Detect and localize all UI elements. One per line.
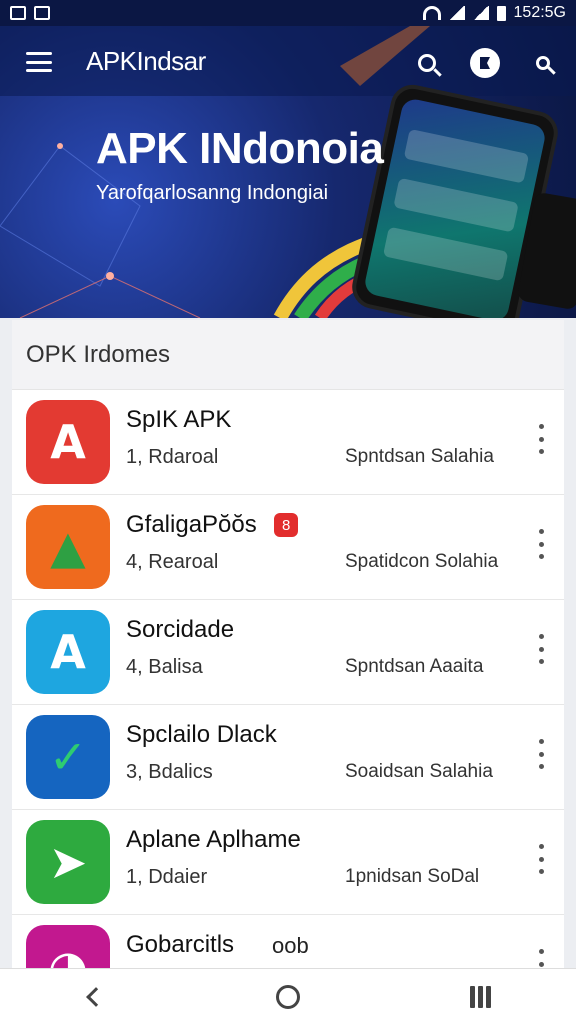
app-icon-blue: A	[26, 610, 110, 694]
list-item[interactable]: ✓ Spclailo Dlack 3, Bdalics Soaidsan Sal…	[12, 705, 564, 810]
more-options-icon[interactable]	[536, 424, 546, 454]
battery-icon	[496, 5, 506, 21]
search-button[interactable]	[410, 46, 444, 80]
app-meta: 4, Balisa	[126, 656, 203, 678]
section-title: OPK Irdomes	[12, 320, 564, 390]
banner-subline: Yarofqarlosanng Indongiai	[96, 182, 329, 204]
app-title: APKIndsar	[86, 46, 206, 76]
app-source: Spntdsan Salahia	[345, 446, 494, 467]
app-tag: oob	[272, 933, 309, 958]
app-name: SpIK APK	[126, 406, 232, 433]
more-options-icon[interactable]	[536, 739, 546, 769]
app-meta: 1, Rdaroal	[126, 446, 219, 468]
home-button[interactable]	[268, 977, 308, 1017]
app-icon-orange: ▲	[26, 505, 110, 589]
search-button-secondary[interactable]	[526, 46, 560, 80]
recents-button[interactable]	[460, 977, 500, 1017]
app-source: Spntdsan Aaaita	[345, 656, 484, 677]
search-icon	[418, 54, 436, 72]
banner-headline: APK INdonoia	[96, 124, 384, 173]
back-icon	[86, 986, 106, 1007]
app-name: GfaligaPŏŏs	[126, 511, 257, 538]
app-source: Spatidcon Solahia	[345, 551, 499, 572]
app-source: 1pnidsan SoDal	[345, 866, 480, 887]
home-icon	[276, 984, 300, 1009]
flag-button[interactable]	[468, 46, 502, 80]
app-icon-green: ➤	[26, 820, 110, 904]
update-badge: 8	[274, 513, 299, 537]
app-source: Soaidsan Salahia	[345, 761, 493, 782]
app-icon-red: A	[26, 400, 110, 484]
notification-icon	[34, 6, 50, 20]
app-meta: 1, Ddaier	[126, 866, 208, 888]
status-bar: 152:5G	[0, 0, 576, 26]
menu-icon[interactable]	[26, 52, 52, 72]
app-list: OPK Irdomes A SpIK APK 1, Rdaroal Spntds…	[12, 320, 564, 980]
list-item[interactable]: ▲ GfaligaPŏŏs 8 4, Rearoal Spatidcon Sol…	[12, 495, 564, 600]
app-name: Spclailo Dlack	[126, 721, 277, 748]
flag-icon	[470, 48, 500, 78]
app-meta: 4, Rearoal	[126, 551, 219, 573]
wifi-icon	[422, 6, 441, 20]
status-time: 152:5G	[513, 4, 566, 21]
app-name: Gobarcitls	[126, 931, 235, 958]
list-item[interactable]: A Sorcidade 4, Balisa Spntdsan Aaaita	[12, 600, 564, 705]
back-button[interactable]	[76, 977, 116, 1017]
signal-icon	[472, 6, 489, 20]
app-name: Aplane Aplhame	[126, 826, 301, 853]
list-item[interactable]: A SpIK APK 1, Rdaroal Spntdsan Salahia	[12, 390, 564, 495]
list-item[interactable]: ➤ Aplane Aplhame 1, Ddaier 1pnidsan SoDa…	[12, 810, 564, 915]
app-icon-darkblue: ✓	[26, 715, 110, 799]
app-name: Sorcidade	[126, 616, 235, 643]
header-banner: APKIndsar APK INdonoia Yarofqarlosanng I…	[0, 26, 576, 318]
app-meta: 3, Bdalics	[126, 761, 213, 783]
search-icon	[536, 56, 550, 70]
system-nav-bar	[0, 968, 576, 1024]
more-options-icon[interactable]	[536, 844, 546, 874]
recents-icon	[469, 985, 491, 1008]
notification-icon	[10, 6, 26, 20]
signal-icon	[448, 6, 465, 20]
more-options-icon[interactable]	[536, 634, 546, 664]
more-options-icon[interactable]	[536, 529, 546, 559]
